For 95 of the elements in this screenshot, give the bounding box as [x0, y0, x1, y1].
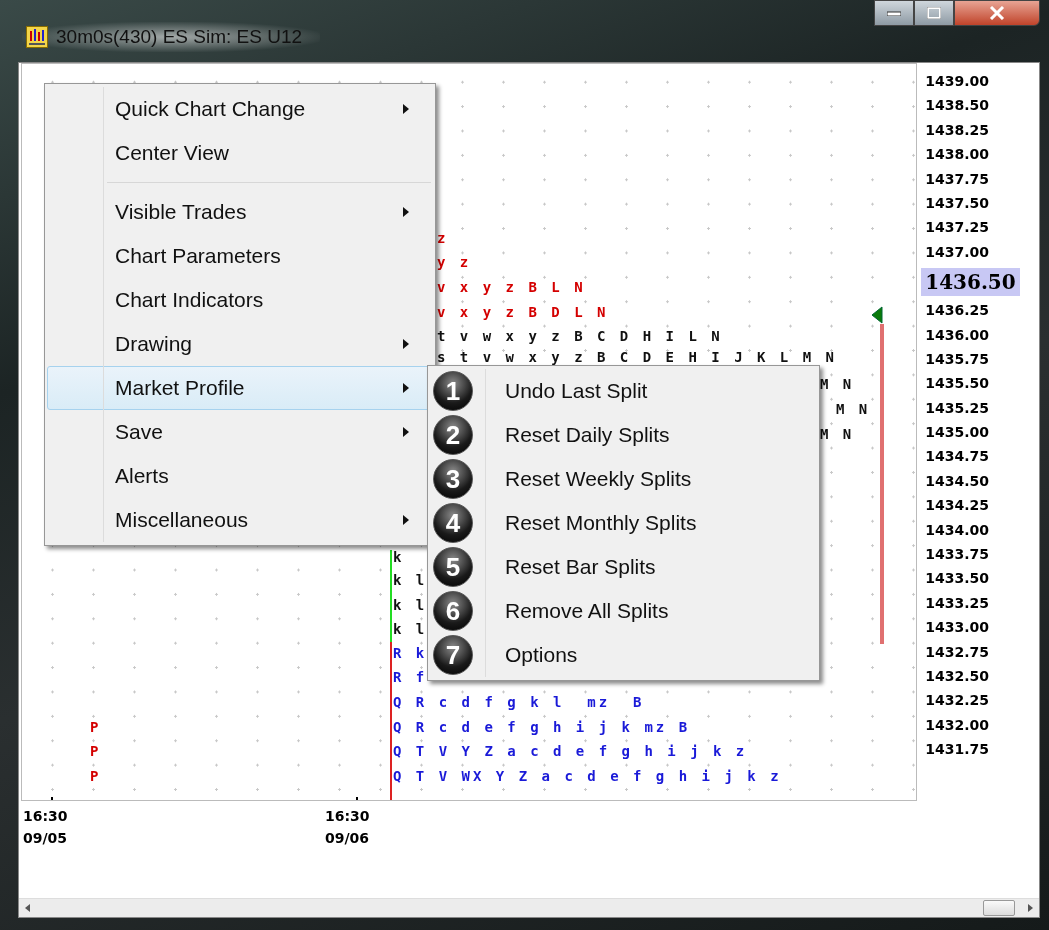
price-label: 1432.00 — [925, 715, 990, 735]
date-label: 09/06 — [325, 829, 370, 848]
time-label: 16:30 — [325, 807, 370, 826]
menu-item[interactable]: Chart Parameters — [47, 234, 433, 278]
price-label: 1433.75 — [925, 545, 990, 565]
profile-letters: k l — [393, 596, 428, 614]
submenu-arrow-icon — [402, 103, 410, 115]
left-arrow-icon[interactable] — [23, 903, 33, 913]
current-price-label: 1436.50 — [921, 268, 1020, 297]
profile-letters: M N — [836, 400, 871, 418]
submenu-arrow-icon — [402, 338, 410, 350]
minimize-button[interactable] — [874, 0, 914, 26]
maximize-icon — [927, 7, 941, 19]
price-label: 1436.00 — [925, 325, 990, 345]
price-label: 1435.00 — [925, 423, 990, 443]
menu-item[interactable]: Drawing — [47, 322, 433, 366]
profile-letters: P — [90, 767, 102, 785]
profile-letters: Q R c d e f g h i j k mz B — [393, 718, 691, 736]
profile-letters: P — [90, 742, 102, 760]
submenu-item[interactable]: 7 Options — [430, 633, 817, 677]
submenu-arrow-icon — [402, 382, 410, 394]
horizontal-scrollbar[interactable] — [19, 898, 1039, 917]
price-label: 1437.50 — [925, 193, 990, 213]
price-label: 1434.50 — [925, 471, 990, 491]
price-label: 1437.75 — [925, 169, 990, 189]
price-label: 1434.75 — [925, 447, 990, 467]
menu-item[interactable]: Visible Trades — [47, 190, 433, 234]
profile-letters: z — [437, 229, 449, 247]
submenu-item[interactable]: 3 Reset Weekly Splits — [430, 457, 817, 501]
maximize-button[interactable] — [914, 0, 954, 26]
price-label: 1434.25 — [925, 496, 990, 516]
time-tick — [356, 797, 358, 800]
close-button[interactable] — [954, 0, 1040, 26]
price-label: 1432.25 — [925, 691, 990, 711]
price-label: 1435.25 — [925, 398, 990, 418]
profile-letters: Q T V Y Z a c d e f g h i j k z — [393, 742, 748, 760]
profile-letters: P — [90, 718, 102, 736]
number-badge: 7 — [433, 635, 473, 675]
profile-letters: Q R c d f g k l mz B — [393, 693, 645, 711]
time-tick — [51, 797, 53, 800]
number-badge: 6 — [433, 591, 473, 631]
profile-letters: k — [393, 548, 405, 566]
price-label: 1436.25 — [925, 301, 990, 321]
price-label: 1435.50 — [925, 374, 990, 394]
price-label: 1433.00 — [925, 618, 990, 638]
price-label: 1435.75 — [925, 349, 990, 369]
minimize-icon — [887, 10, 901, 16]
profile-letters: y z — [437, 253, 472, 271]
price-label: 1438.25 — [925, 120, 990, 140]
menu-item[interactable]: Center View — [47, 131, 433, 175]
number-badge: 4 — [433, 503, 473, 543]
menu-item[interactable]: Chart Indicators — [47, 278, 433, 322]
profile-letters: R f — [393, 668, 428, 686]
submenu-arrow-icon — [402, 206, 410, 218]
profile-letters: k l — [393, 571, 428, 589]
menu-item[interactable]: Quick Chart Change — [47, 87, 433, 131]
profile-letters: R k — [393, 644, 428, 662]
profile-letters: v x y z B D L N — [437, 303, 609, 321]
price-label: 1437.00 — [925, 242, 990, 262]
price-label: 1432.75 — [925, 642, 990, 662]
submenu-arrow-icon — [402, 514, 410, 526]
date-label: 09/05 — [23, 829, 68, 848]
close-icon — [989, 6, 1005, 20]
submenu-item[interactable]: 6 Remove All Splits — [430, 589, 817, 633]
submenu-item[interactable]: 4 Reset Monthly Splits — [430, 501, 817, 545]
submenu-arrow-icon — [402, 426, 410, 438]
price-label: 1431.75 — [925, 740, 990, 760]
profile-letters: k l — [393, 620, 428, 638]
price-label: 1433.25 — [925, 593, 990, 613]
price-label: 1432.50 — [925, 667, 990, 686]
number-badge: 5 — [433, 547, 473, 587]
price-label: 1438.00 — [925, 145, 990, 165]
chart-app-icon — [26, 26, 48, 48]
price-label: 1437.25 — [925, 218, 990, 238]
profile-letters: M N — [820, 425, 855, 443]
scrollbar-thumb[interactable] — [983, 900, 1015, 916]
submenu-item[interactable]: 2 Reset Daily Splits — [430, 413, 817, 457]
profile-letters: M N — [820, 375, 855, 393]
profile-letters: v x y z B L N — [437, 278, 586, 296]
price-label: 1438.50 — [925, 96, 990, 116]
profile-letters: s t v w x y z B C D E H I J K L M N — [437, 348, 837, 366]
window-title: 30m0s(430) ES Sim: ES U12 — [56, 26, 303, 48]
price-label: 1434.00 — [925, 520, 990, 540]
number-badge: 1 — [433, 371, 473, 411]
price-label: 1433.50 — [925, 569, 990, 589]
right-arrow-icon[interactable] — [1025, 903, 1035, 913]
submenu-item[interactable]: 5 Reset Bar Splits — [430, 545, 817, 589]
price-marker-icon — [871, 306, 883, 324]
number-badge: 2 — [433, 415, 473, 455]
profile-letters: t v w x y z B C D H I L N — [437, 327, 723, 345]
time-label: 16:30 — [23, 807, 68, 826]
number-badge: 3 — [433, 459, 473, 499]
price-label: 1439.00 — [925, 72, 990, 91]
profile-letters: Q T V WX Y Z a c d e f g h i j k z — [393, 767, 782, 785]
submenu-item[interactable]: 1 Undo Last Split — [430, 369, 817, 413]
